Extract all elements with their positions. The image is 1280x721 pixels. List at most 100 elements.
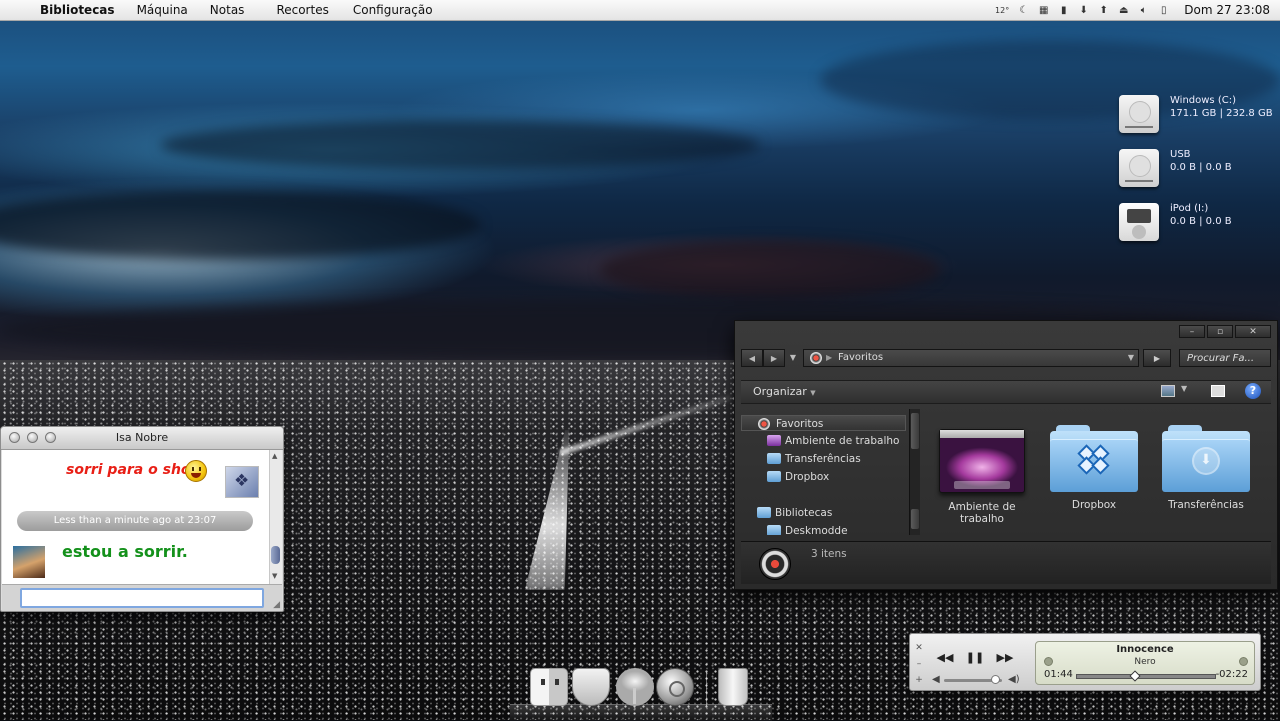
scroll-down-icon[interactable]: ▼ [272,572,277,580]
dropbox-folder-icon [1050,425,1138,492]
repeat-icon[interactable] [1239,657,1248,666]
back-icon[interactable]: ◀ [741,349,763,367]
grid-icon[interactable]: ▦ [1038,5,1049,16]
chat-title: Isa Nobre [115,431,169,444]
download-arrow-icon[interactable]: ⬇ [1078,5,1089,16]
play-mode-icon[interactable] [1044,657,1053,666]
pause-icon[interactable]: ❚❚ [964,650,986,666]
eject-icon[interactable]: ⏏ [1118,5,1129,16]
menu-recortes[interactable]: Recortes [256,3,340,17]
menu-configuracao[interactable]: Configuração [341,3,445,17]
volume-knob[interactable] [991,675,1001,684]
address-bar[interactable]: ▶ Favoritos ▼ [803,349,1139,367]
file-item[interactable]: Dropbox [1039,409,1149,511]
usb-drive-icon [1119,149,1159,187]
navigation-pane: Favoritos Ambiente de trabalho Transferê… [741,409,913,535]
chat-transcript: sorri para o shot Less than a minute ago… [2,450,269,584]
maximize-button[interactable]: ▫ [1207,325,1233,338]
message-timestamp: Less than a minute ago at 23:07 [17,511,253,531]
preview-pane-icon[interactable] [1211,385,1225,397]
help-icon[interactable]: ? [1245,383,1261,399]
close-button[interactable]: ✕ [1235,325,1271,338]
nav-item-ambiente[interactable]: Ambiente de trabalho [741,433,906,449]
scroll-thumb[interactable] [911,509,919,529]
remaining-time: -02:22 [1215,669,1248,680]
file-list: Ambiente de trabalho Dropbox ⬇ Transferê… [925,409,1273,535]
go-button[interactable]: ▶ [1143,349,1171,367]
minimize-button[interactable]: – [1179,325,1205,338]
finder-icon[interactable] [530,668,568,706]
volume-low-icon[interactable]: ◀ [932,674,940,685]
organize-button[interactable]: Organizar ▼ [753,385,816,398]
progress-knob[interactable] [1129,670,1141,682]
volume-high-icon[interactable]: ◀) [1008,674,1020,685]
nav-item-label: Bibliotecas [775,507,833,519]
file-item[interactable]: Ambiente de trabalho [927,409,1037,525]
trash-icon[interactable] [718,668,748,706]
favorites-icon [758,418,770,430]
explorer-window: – ▫ ✕ ◀ ▶ ▼ ▶ Favoritos ▼ ▶ Organizar ▼ … [734,320,1278,590]
clock[interactable]: Dom 27 23:08 [1184,3,1270,17]
scroll-thumb[interactable] [271,546,280,564]
forward-icon[interactable]: ▶ [763,349,785,367]
search-input[interactable] [1179,349,1271,367]
expand-icon[interactable]: + [913,672,925,688]
my-avatar [225,466,259,498]
folder-icon [757,507,771,518]
nav-item-label: Favoritos [776,418,824,430]
nav-item-dropbox[interactable]: Dropbox [741,469,906,485]
player-side-controls: ✕ – + [913,640,925,688]
chat-scrollbar[interactable]: ▲ ▼ [269,450,282,584]
chevron-down-icon[interactable]: ▼ [1128,350,1134,366]
recent-pages-icon[interactable]: ▼ [787,349,799,367]
menu-app-name[interactable]: Bibliotecas [38,3,127,17]
close-button[interactable] [9,432,20,443]
previous-track-icon[interactable]: ◀◀ [934,650,956,666]
address-text: Favoritos [838,352,884,363]
chevron-right-icon[interactable]: ▶ [826,350,832,366]
received-message: estou a sorrir. [62,542,188,561]
upload-icon[interactable]: ⬆ [1098,5,1109,16]
nav-item-bibliotecas[interactable]: Bibliotecas [741,505,906,521]
file-item[interactable]: ⬇ Transferências [1151,409,1261,511]
scroll-thumb[interactable] [911,413,919,449]
chevron-down-icon[interactable]: ▼ [1181,384,1187,393]
navigation-bar: ◀ ▶ ▼ ▶ Favoritos ▼ ▶ [741,349,1271,369]
desktop-icon [767,435,781,446]
chair-icon[interactable] [616,668,654,706]
details-pane: 3 itens [741,541,1271,584]
drives-widget: Windows (C:) 171.1 GB | 232.8 GB USB 0.0… [1117,93,1277,255]
bars-icon[interactable]: ▮ [1058,5,1069,16]
track-artist: Nero [1134,657,1156,667]
menu-notas[interactable]: Notas [200,3,257,17]
shield-icon[interactable] [572,668,610,706]
minimize-icon[interactable]: – [913,656,925,672]
scroll-up-icon[interactable]: ▲ [272,452,277,460]
navigation-scrollbar[interactable] [909,409,920,535]
next-track-icon[interactable]: ▶▶ [994,650,1016,666]
minimize-button[interactable] [27,432,38,443]
progress-bar[interactable] [1076,674,1216,679]
close-icon[interactable]: ✕ [913,640,925,656]
chat-window: Isa Nobre sorri para o shot Less than a … [0,426,284,612]
views-icon[interactable] [1161,385,1175,397]
menu-maquina[interactable]: Máquina [127,3,200,17]
media-player-icon[interactable] [656,668,694,706]
nav-item-label: Deskmodde [785,525,848,535]
chat-message-input[interactable] [20,588,264,608]
nav-item-transferencias[interactable]: Transferências [741,451,906,467]
drive-usb[interactable]: USB 0.0 B | 0.0 B [1117,147,1277,201]
window-controls: – ▫ ✕ [1179,325,1271,338]
drive-ipod[interactable]: iPod (I:) 0.0 B | 0.0 B [1117,201,1277,255]
battery-icon[interactable]: ▯ [1158,5,1169,16]
zoom-button[interactable] [45,432,56,443]
volume-icon[interactable]: 🔈︎ [1138,5,1149,16]
drive-windows[interactable]: Windows (C:) 171.1 GB | 232.8 GB [1117,93,1277,147]
resize-grip-icon[interactable]: ◢ [273,600,280,610]
moon-icon[interactable]: ☾ [1018,5,1029,16]
nav-item-favoritos[interactable]: Favoritos [741,415,906,431]
drive-size: 0.0 B | 0.0 B [1170,162,1232,173]
nav-item-deskmodde[interactable]: Deskmodde [741,523,906,535]
drive-size: 0.0 B | 0.0 B [1170,216,1232,227]
chat-title-bar[interactable]: Isa Nobre [1,427,283,450]
